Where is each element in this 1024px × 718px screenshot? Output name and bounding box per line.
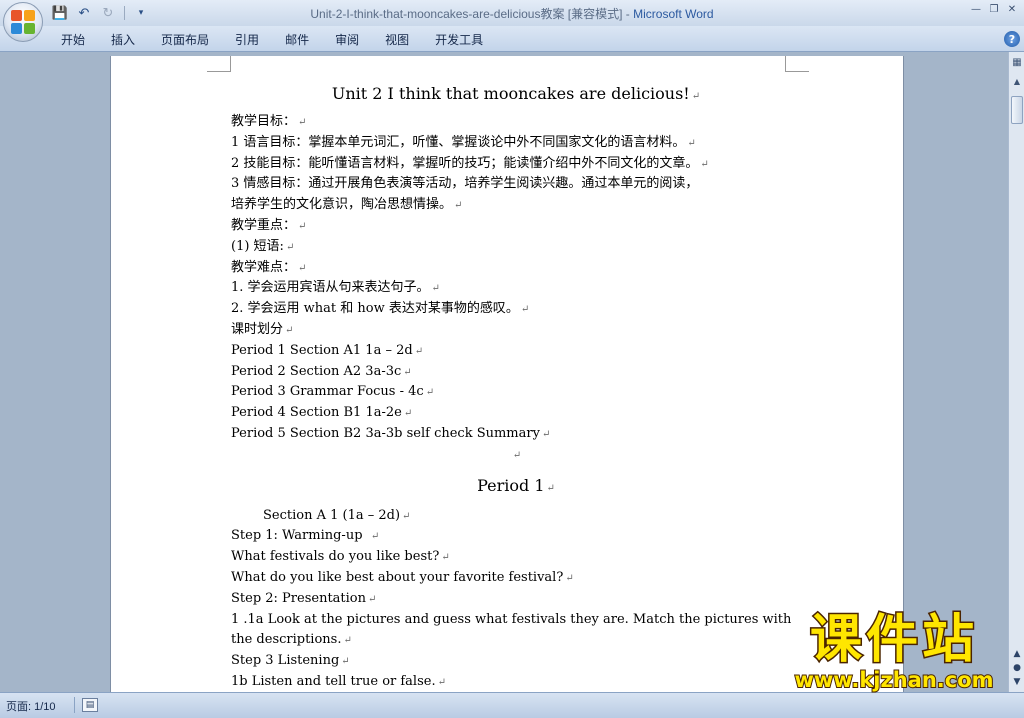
watermark-url: www.kjzhan.com <box>793 667 994 693</box>
document-body[interactable]: Unit 2 I think that mooncakes are delici… <box>231 82 801 692</box>
watermark-logo: 课件站 www.kjzhan.com <box>776 610 1012 694</box>
tab-references[interactable]: 引用 <box>222 31 272 49</box>
paragraph: Step 1: Warming-up ↵ <box>231 528 380 544</box>
app-name: Microsoft Word <box>633 7 714 21</box>
paragraph: 1 语言目标：掌握本单元词汇，听懂、掌握谈论中外不同国家文化的语言材料。 ↵ <box>231 134 696 150</box>
ribbon-tabs: 开始 插入 页面布局 引用 邮件 审阅 视图 开发工具 <box>48 31 496 49</box>
scroll-up-icon[interactable]: ▲ <box>1010 74 1024 88</box>
restore-icon[interactable]: ❐ <box>986 2 1002 16</box>
window-title: Unit-2-I-think-that-mooncakes-are-delici… <box>0 5 1024 22</box>
tab-insert[interactable]: 插入 <box>98 31 148 49</box>
help-icon[interactable]: ? <box>1004 31 1020 47</box>
page-corner-mark <box>785 56 809 72</box>
paragraph: 培养学生的文化意识，陶冶思想情操。 ↵ <box>231 197 463 213</box>
previous-page-icon[interactable]: ▲ <box>1010 648 1024 660</box>
document-name: Unit-2-I-think-that-mooncakes-are-delici… <box>310 7 634 21</box>
document-title: Unit 2 I think that mooncakes are delici… <box>331 84 701 103</box>
empty-paragraph: ↵ <box>512 449 522 461</box>
paragraph: What festivals do you like best? ↵ <box>231 549 450 565</box>
page-corner-mark <box>207 56 231 72</box>
tab-mailings[interactable]: 邮件 <box>272 31 322 49</box>
section-heading: Section A 1 (1a – 2d) ↵ <box>263 507 411 523</box>
period-line: Period 5 Section B2 3a-3b self check Sum… <box>231 425 551 441</box>
paragraph: 教学目标： ↵ <box>231 114 307 129</box>
scroll-thumb[interactable] <box>1011 96 1023 124</box>
document-workspace: Unit 2 I think that mooncakes are delici… <box>0 52 1008 692</box>
paragraph: Step 3 Listening ↵ <box>231 653 350 669</box>
paragraph: 课时划分 ↵ <box>231 321 294 337</box>
tab-view[interactable]: 视图 <box>372 31 422 49</box>
close-icon[interactable]: ✕ <box>1004 2 1020 16</box>
status-divider <box>74 697 75 713</box>
paragraph: 1 .1a Look at the pictures and guess wha… <box>231 611 792 627</box>
office-logo-icon <box>11 10 35 34</box>
minimize-icon[interactable]: — <box>968 2 984 16</box>
paragraph: (1) 短语: ↵ <box>231 238 295 254</box>
period-line: Period 1 Section A1 1a – 2d ↵ <box>231 342 424 358</box>
period-line: Period 2 Section A2 3a-3c ↵ <box>231 363 412 379</box>
ribbon: 开始 插入 页面布局 引用 邮件 审阅 视图 开发工具 ? <box>0 26 1024 52</box>
vertical-scrollbar[interactable]: ▦ ▲ ▲ ● ▼ <box>1008 52 1024 692</box>
window-controls: — ❐ ✕ <box>968 2 1020 16</box>
paragraph: 教学重点： ↵ <box>231 217 307 233</box>
paragraph: 教学难点： ↵ <box>231 259 307 275</box>
macro-record-icon[interactable]: ▤ <box>82 698 98 712</box>
paragraph: 1. 学会运用宾语从句来表达句子。 ↵ <box>231 280 440 296</box>
tab-page-layout[interactable]: 页面布局 <box>148 31 222 49</box>
status-bar: 页面: 1/10 ▤ <box>0 692 1024 718</box>
paragraph: 3 情感目标：通过开展角色表演等活动，培养学生阅读兴趣。通过本单元的阅读， <box>231 176 699 192</box>
paragraph: What do you like best about your favorit… <box>231 569 574 585</box>
paragraph: 2. 学会运用 what 和 how 表达对某事物的感叹。 ↵ <box>231 301 530 317</box>
paragraph: 2 技能目标：能听懂语言材料，掌握听的技巧；能读懂介绍中外不同文化的文章。 ↵ <box>231 155 709 171</box>
period-line: Period 3 Grammar Focus - 4c ↵ <box>231 384 435 400</box>
document-page[interactable]: Unit 2 I think that mooncakes are delici… <box>110 56 904 692</box>
period-line: Period 4 Section B1 1a-2e ↵ <box>231 405 413 421</box>
ruler-toggle-icon[interactable]: ▦ <box>1010 54 1024 70</box>
title-bar: 💾 ↶ ↻ ▾ Unit-2-I-think-that-mooncakes-ar… <box>0 0 1024 26</box>
office-button[interactable] <box>3 2 43 42</box>
browse-object-icon[interactable]: ● <box>1010 662 1024 674</box>
watermark-text: 课件站 <box>808 610 978 670</box>
period-heading: Period 1 ↵ <box>477 475 555 495</box>
paragraph: Step 2: Presentation ↵ <box>231 590 377 606</box>
paragraph: the descriptions. ↵ <box>231 632 352 648</box>
tab-review[interactable]: 审阅 <box>322 31 372 49</box>
page-counter[interactable]: 页面: 1/10 <box>6 698 56 714</box>
paragraph: 1b Listen and tell true or false. ↵ <box>231 673 446 689</box>
tab-developer[interactable]: 开发工具 <box>422 31 496 49</box>
tab-home[interactable]: 开始 <box>48 31 98 49</box>
next-page-icon[interactable]: ▼ <box>1010 676 1024 688</box>
